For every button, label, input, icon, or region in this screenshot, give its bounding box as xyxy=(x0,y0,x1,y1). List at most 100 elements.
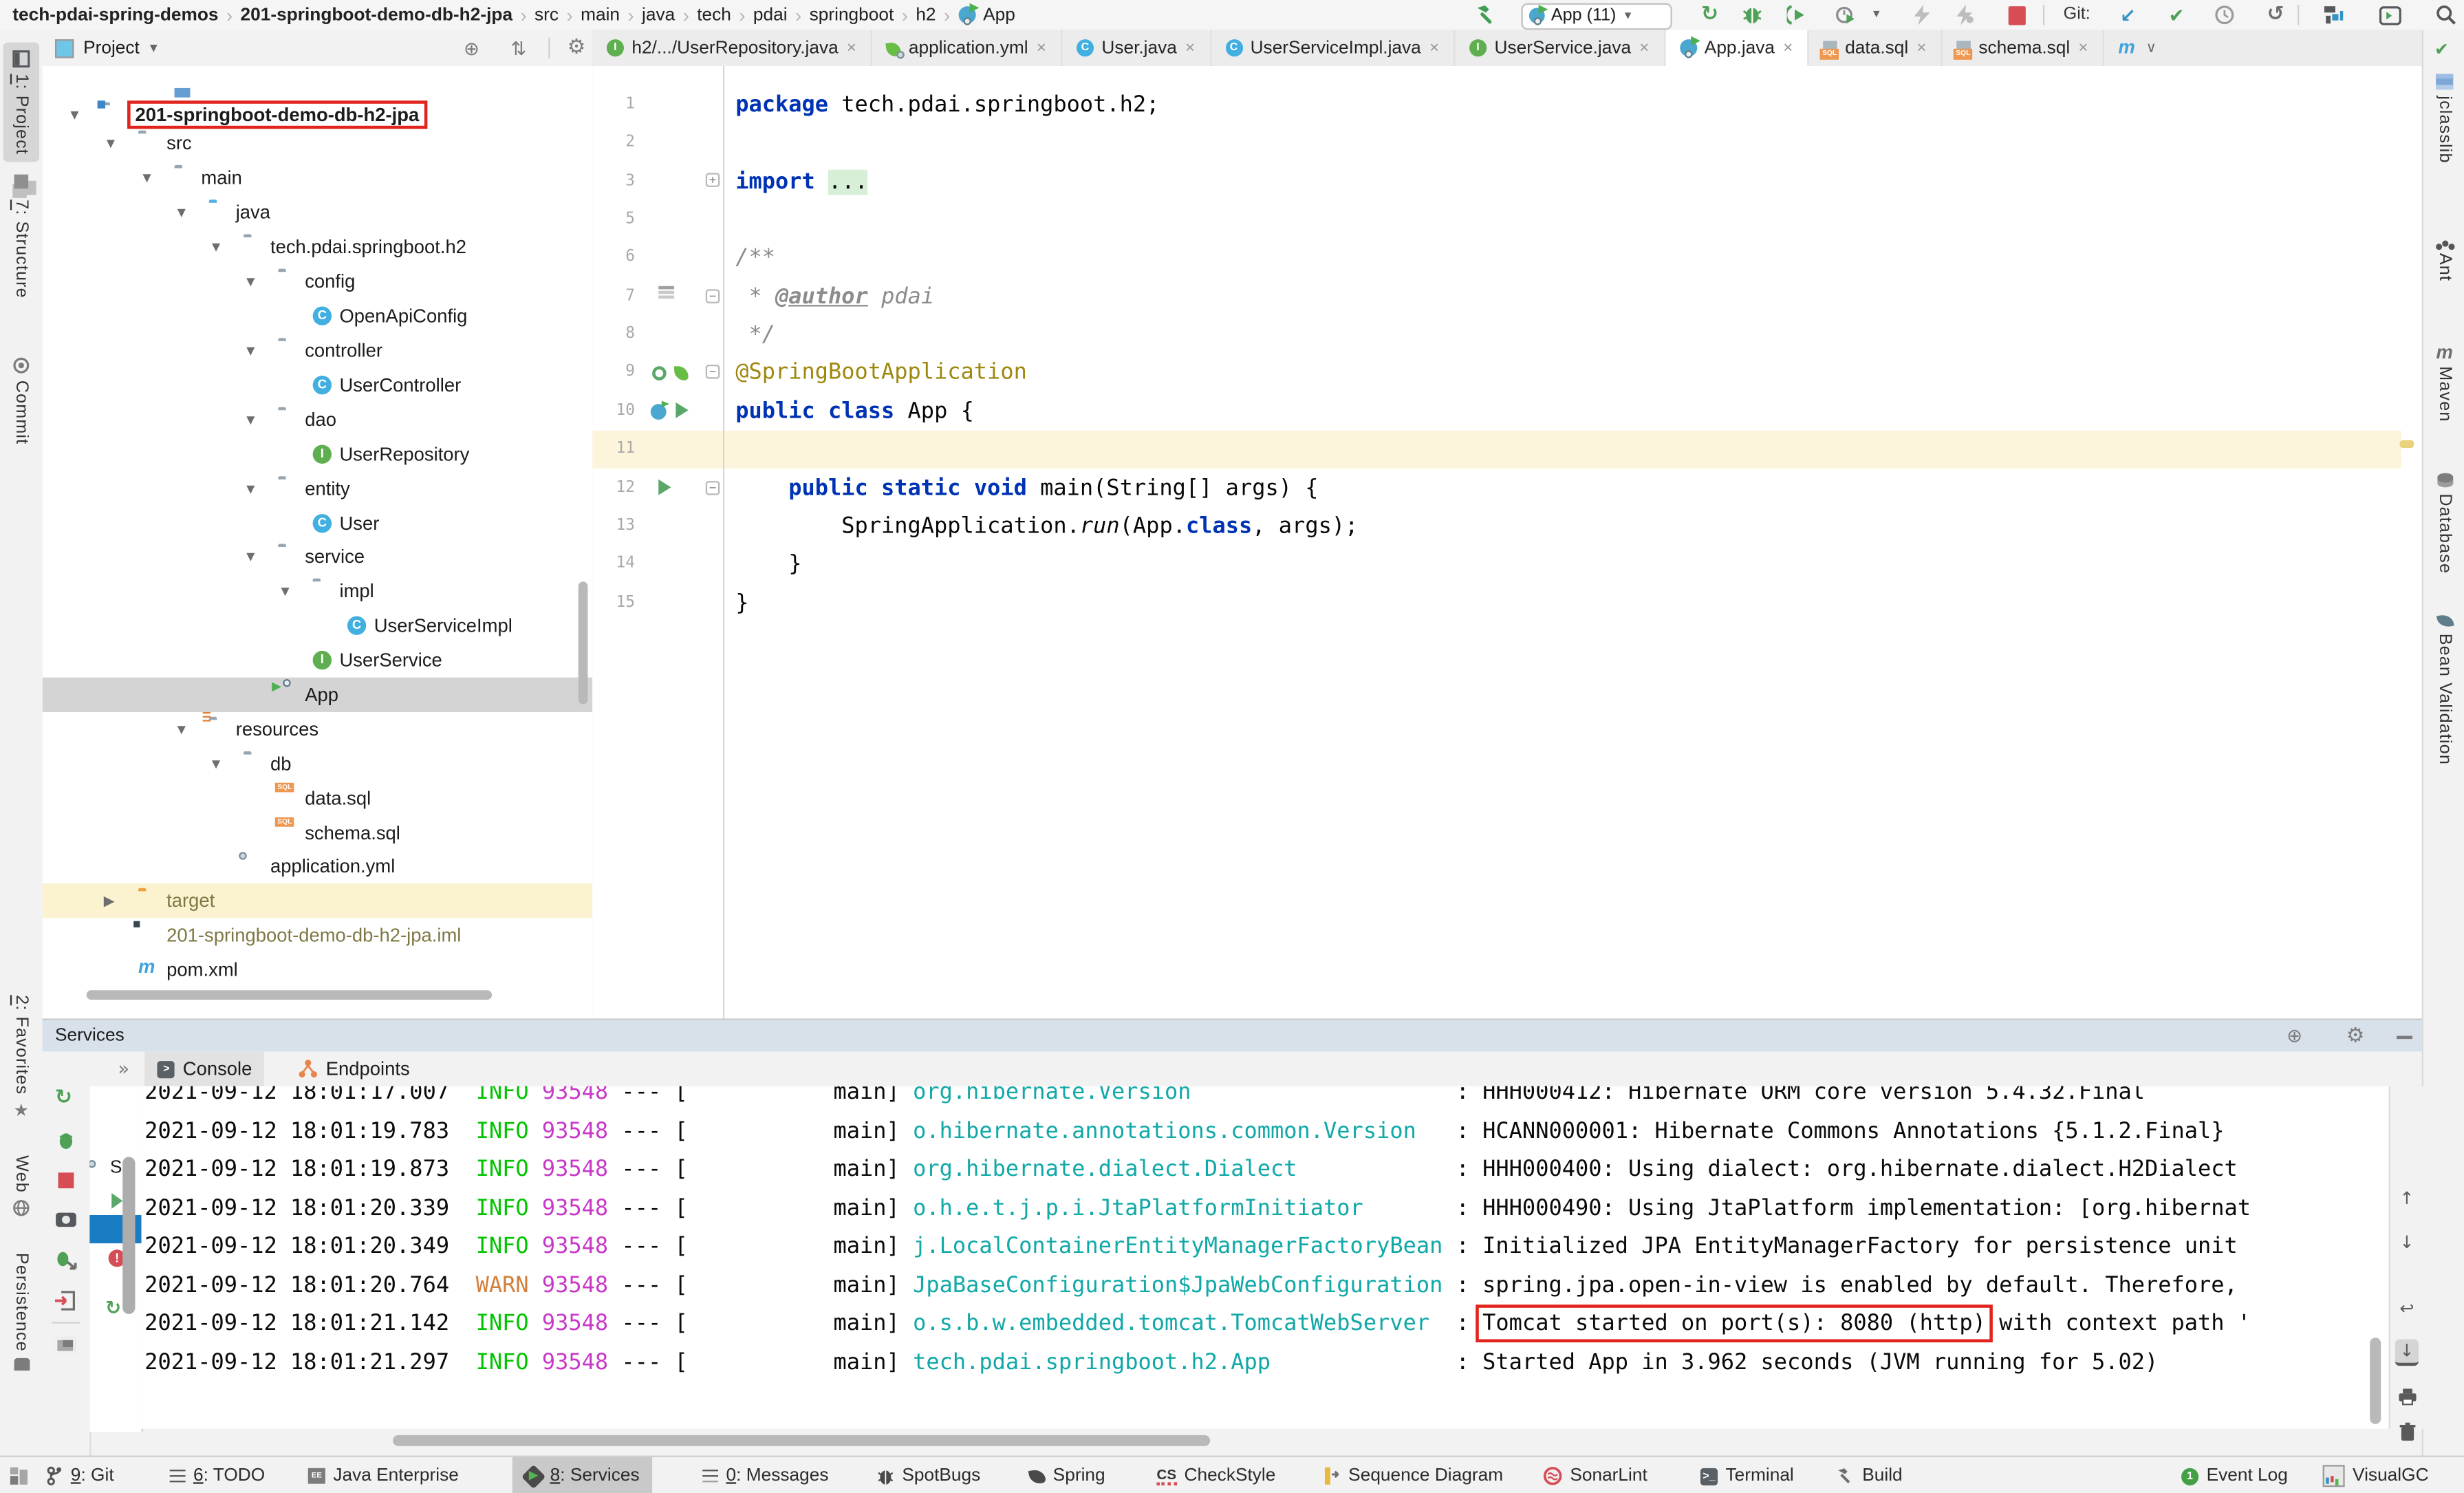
tree-item-resources[interactable]: ▼ resources xyxy=(43,712,593,746)
debug-button[interactable] xyxy=(1740,3,1765,27)
tree-item-openapiconfig[interactable]: C OpenApiConfig xyxy=(43,299,593,333)
expand-arrow-icon[interactable]: ▼ xyxy=(244,333,257,367)
console-vertical-scrollbar[interactable] xyxy=(2370,1338,2381,1424)
tree-horizontal-scrollbar[interactable] xyxy=(87,990,492,1000)
close-icon[interactable]: ✕ xyxy=(2078,41,2088,55)
services-tree-collapsed[interactable]: Sp ! ↻ xyxy=(89,1086,143,1432)
status-messages[interactable]: 0: Messages xyxy=(702,1457,828,1493)
tree-item-target[interactable]: ▶ target xyxy=(43,883,593,918)
print-icon[interactable] xyxy=(2395,1385,2419,1408)
springboot-gutter-icon[interactable] xyxy=(651,404,667,420)
close-icon[interactable]: ✕ xyxy=(1782,41,1793,55)
tool-button-database[interactable]: Database xyxy=(2426,473,2463,574)
tab-userservice-java[interactable]: I UserService.java ✕ xyxy=(1455,30,1665,66)
tree-item-db[interactable]: ▼ db xyxy=(43,746,593,781)
tree-item-userrepository[interactable]: I UserRepository xyxy=(43,437,593,471)
tree-item-usercontroller[interactable]: C UserController xyxy=(43,368,593,402)
expand-arrow-icon[interactable]: ▼ xyxy=(209,746,223,781)
tool-button-favorites[interactable]: 2: Favorites ★ xyxy=(3,995,40,1121)
tree-item-dao[interactable]: ▼ dao xyxy=(43,402,593,437)
expand-arrow-icon[interactable]: ▼ xyxy=(104,126,118,160)
run-button[interactable]: ↻ xyxy=(1697,3,1722,27)
console-output[interactable]: 2021-09-12 18:01:17.007 INFO 93548 --- [… xyxy=(142,1086,2389,1429)
hide-panel-icon[interactable] xyxy=(2397,1036,2412,1039)
clear-console-icon[interactable] xyxy=(2395,1419,2419,1443)
status-services-active[interactable]: 8: Services xyxy=(512,1457,652,1493)
tree-item-service[interactable]: ▼ service xyxy=(43,539,593,574)
tree-item-entity[interactable]: ▼ entity xyxy=(43,471,593,506)
sort-methods-icon[interactable] xyxy=(658,286,674,290)
breadcrumb-h2[interactable]: h2 xyxy=(916,6,936,24)
close-icon[interactable]: ✕ xyxy=(1916,41,1927,55)
tab-user-java[interactable]: C User.java ✕ xyxy=(1062,30,1211,66)
exit-icon[interactable] xyxy=(55,1291,76,1311)
status-event-log[interactable]: 1 Event Log xyxy=(2181,1457,2288,1493)
close-icon[interactable]: ✕ xyxy=(1429,41,1439,55)
expand-arrow-icon[interactable]: ▼ xyxy=(209,230,223,264)
expand-arrow-icon[interactable]: ▼ xyxy=(244,402,257,437)
expand-arrow-icon[interactable]: ▼ xyxy=(244,264,257,299)
tree-vertical-scrollbar[interactable] xyxy=(579,581,588,704)
status-build[interactable]: Build xyxy=(1835,1457,1902,1493)
rerun-debug-button[interactable] xyxy=(56,1130,75,1151)
rollback-button[interactable]: ↺ xyxy=(2263,3,2289,27)
stop-button[interactable] xyxy=(58,1172,74,1188)
tree-item-pom-xml[interactable]: m pom.xml xyxy=(43,952,593,987)
status-spring[interactable]: Spring xyxy=(1029,1457,1105,1493)
soft-wrap-icon[interactable]: ↩ xyxy=(2395,1297,2419,1320)
collapse-all-icon[interactable]: ⇅ xyxy=(510,37,526,59)
tool-button-structure[interactable]: 7: Structure xyxy=(3,175,40,299)
close-icon[interactable]: ✕ xyxy=(846,41,856,55)
status-visualgc[interactable]: VisualGC xyxy=(2323,1457,2429,1493)
tree-item-data-sql[interactable]: data.sql xyxy=(43,781,593,815)
profiler-dropdown-icon[interactable]: ▼ xyxy=(1864,3,1890,27)
build-hammer-icon[interactable] xyxy=(1474,3,1498,27)
breadcrumb-app[interactable]: App xyxy=(983,6,1015,24)
tree-item-main[interactable]: ▼ main xyxy=(43,160,593,195)
folded-imports[interactable]: ... xyxy=(828,169,868,195)
tool-button-persistence[interactable]: Persistence xyxy=(3,1253,40,1371)
git-commit-button[interactable]: ✔ xyxy=(2164,3,2190,27)
breadcrumb-main[interactable]: main xyxy=(581,6,620,24)
close-icon[interactable]: ✕ xyxy=(1639,41,1650,55)
locate-icon[interactable]: ⊕ xyxy=(2287,1025,2302,1047)
tab-userserviceimpl-java[interactable]: C UserServiceImpl.java ✕ xyxy=(1211,30,1455,66)
tree-item-application-yml[interactable]: application.yml xyxy=(43,849,593,883)
status-java-enterprise[interactable]: EE Java Enterprise xyxy=(308,1457,459,1493)
tree-item-impl[interactable]: ▼ impl xyxy=(43,574,593,608)
tree-item-iml-file[interactable]: 201-springboot-demo-db-h2-jpa.iml xyxy=(43,918,593,952)
tree-item-package[interactable]: ▼ tech.pdai.springboot.h2 xyxy=(43,230,593,264)
tree-item-java[interactable]: ▼ java xyxy=(43,195,593,229)
tool-button-bean-validation[interactable]: Bean Validation xyxy=(2426,614,2463,765)
tool-button-ant[interactable]: Ant xyxy=(2426,241,2463,281)
tree-item-src[interactable]: ▼ src xyxy=(43,126,593,160)
spring-bean-gutter-icon[interactable] xyxy=(652,366,667,380)
hidden-content-chevrons[interactable]: » xyxy=(118,1058,129,1080)
breadcrumb-pdai[interactable]: pdai xyxy=(753,6,788,24)
expand-arrow-icon[interactable]: ▼ xyxy=(175,195,188,229)
scroll-down-icon[interactable]: ↓ xyxy=(2395,1231,2419,1254)
close-icon[interactable]: ✕ xyxy=(1036,41,1046,55)
breadcrumb-tech[interactable]: tech xyxy=(697,6,731,24)
spring-ok-gutter-icon[interactable] xyxy=(674,366,689,380)
tool-button-commit[interactable]: Commit xyxy=(3,357,40,445)
run-anything-button[interactable] xyxy=(2378,3,2403,27)
error-stripe-caret-mark[interactable] xyxy=(2400,440,2414,448)
status-todo[interactable]: 6: TODO xyxy=(170,1457,265,1493)
gear-icon[interactable]: ⚙ xyxy=(568,36,586,60)
rerun-button[interactable]: ↻ xyxy=(55,1086,72,1110)
thread-dump-icon[interactable] xyxy=(55,1210,77,1227)
status-layout-icon[interactable] xyxy=(10,1457,28,1493)
locate-file-icon[interactable]: ⊕ xyxy=(464,37,479,59)
tab-application-yml[interactable]: application.yml ✕ xyxy=(872,30,1062,66)
tab-console-active[interactable]: > Console xyxy=(145,1051,265,1086)
run-configuration-select[interactable]: App (11) ▼ xyxy=(1521,2,1672,29)
project-structure-button[interactable] xyxy=(2320,3,2345,27)
status-checkstyle[interactable]: CS CheckStyle xyxy=(1156,1457,1275,1493)
status-sonarlint[interactable]: SonarLint xyxy=(1543,1457,1647,1493)
tree-item-app-selected[interactable]: App xyxy=(43,678,593,712)
tree-item-userservice[interactable]: I UserService xyxy=(43,643,593,677)
close-icon[interactable]: ✕ xyxy=(1185,41,1195,55)
run-class-gutter-icon[interactable] xyxy=(676,402,688,418)
scroll-to-end-icon-active[interactable]: ↓ xyxy=(2395,1339,2419,1366)
